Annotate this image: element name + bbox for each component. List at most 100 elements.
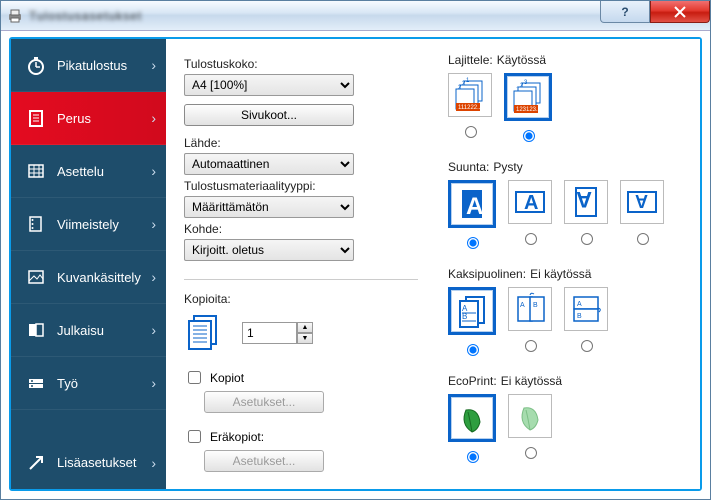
collate-option-on[interactable]: 123123123... xyxy=(504,73,552,142)
orient-landscape-rotated[interactable]: A xyxy=(620,180,664,249)
sidebar-item-finishing[interactable]: Viimeistely › xyxy=(11,198,166,251)
svg-text:A: A xyxy=(520,302,525,309)
orientation-group: Suunta: Pysty A A A xyxy=(448,160,682,249)
sidebar-item-label: Perus xyxy=(57,111,151,126)
chevron-right-icon: › xyxy=(151,322,156,338)
copies-input[interactable] xyxy=(242,322,297,344)
media-type-select[interactable]: Määrittämätön xyxy=(184,196,354,218)
duplex-long-radio[interactable] xyxy=(525,340,537,352)
sidebar-item-label: Lisäasetukset xyxy=(57,455,151,470)
sidebar-item-quick[interactable]: Pikatulostus › xyxy=(11,39,166,92)
duplex-short-radio[interactable] xyxy=(581,340,593,352)
image-icon xyxy=(25,267,47,287)
copies-spinner[interactable]: ▲ ▼ xyxy=(242,322,313,344)
source-select[interactable]: Automaattinen xyxy=(184,153,354,175)
book-icon xyxy=(25,320,47,340)
eco-on[interactable] xyxy=(508,394,552,463)
orient-landscape[interactable]: A xyxy=(508,180,552,249)
duplex-off-radio[interactable] xyxy=(467,344,479,356)
printer-icon xyxy=(7,8,23,24)
sidebar-item-label: Työ xyxy=(57,376,151,391)
duplex-off[interactable]: AB xyxy=(448,287,496,356)
copies-settings-button[interactable]: Asetukset... xyxy=(204,391,324,413)
orient-landscape-rot-radio[interactable] xyxy=(637,233,649,245)
svg-text:A: A xyxy=(577,301,582,308)
copies-label: Kopioita: xyxy=(184,292,418,306)
sidebar: Pikatulostus › Perus › Asettelu › Viimei… xyxy=(11,39,166,489)
leaf-light-icon xyxy=(508,394,552,438)
arrow-out-icon xyxy=(25,453,47,473)
duplex-short-edge[interactable]: AB xyxy=(564,287,608,356)
collate-off-radio[interactable] xyxy=(465,126,477,138)
copies-icon xyxy=(184,312,226,354)
booklet-icon xyxy=(25,214,47,234)
media-type-label: Tulostusmateriaalityyppi: xyxy=(184,179,418,193)
chevron-right-icon: › xyxy=(151,375,156,391)
duplex-short-icon: AB xyxy=(564,287,608,331)
page-sizes-button[interactable]: Sivukoot... xyxy=(184,104,354,126)
collate-group: Lajittele: Käytössä 221111222... 1231231… xyxy=(448,53,682,142)
close-button[interactable] xyxy=(650,1,710,23)
duplex-long-edge[interactable]: AB xyxy=(508,287,552,356)
svg-text:111222...: 111222... xyxy=(458,105,482,111)
duplex-value: Ei käytössä xyxy=(530,267,591,281)
leaf-dark-icon xyxy=(448,394,496,442)
titlebar: Tulostusasetukset ? xyxy=(1,1,710,31)
spin-down-button[interactable]: ▼ xyxy=(297,333,313,344)
orient-portrait-radio[interactable] xyxy=(467,237,479,249)
orientation-label: Suunta: xyxy=(448,160,489,174)
duplex-off-icon: AB xyxy=(448,287,496,335)
svg-text:A: A xyxy=(576,187,592,212)
ecoprint-value: Ei käytössä xyxy=(501,374,562,388)
chevron-right-icon: › xyxy=(151,163,156,179)
orient-portrait-rot-radio[interactable] xyxy=(581,233,593,245)
storage-icon xyxy=(25,373,47,393)
batch-copies-checkbox[interactable] xyxy=(188,430,201,443)
batch-settings-button[interactable]: Asetukset... xyxy=(204,450,324,472)
portrait-rotated-icon: A xyxy=(564,180,608,224)
eco-off-radio[interactable] xyxy=(467,451,479,463)
print-size-label: Tulostuskoko: xyxy=(184,57,418,71)
sidebar-item-layout[interactable]: Asettelu › xyxy=(11,145,166,198)
copies-checkbox[interactable] xyxy=(188,371,201,384)
landscape-icon: A xyxy=(508,180,552,224)
collate-off-icon: 221111222... xyxy=(448,73,492,117)
orient-portrait[interactable]: A xyxy=(448,180,496,249)
eco-on-radio[interactable] xyxy=(525,447,537,459)
sidebar-item-imaging[interactable]: Kuvankäsittely › xyxy=(11,251,166,304)
svg-text:123123...: 123123... xyxy=(516,107,541,113)
chevron-right-icon: › xyxy=(151,269,156,285)
sidebar-item-basic[interactable]: Perus › xyxy=(11,92,166,145)
sidebar-item-publish[interactable]: Julkaisu › xyxy=(11,304,166,357)
help-button[interactable]: ? xyxy=(600,1,650,23)
print-size-select[interactable]: A4 [100%] xyxy=(184,74,354,96)
portrait-icon: A xyxy=(448,180,496,228)
left-column: Tulostuskoko: A4 [100%] Sivukoot... Lähd… xyxy=(184,53,418,489)
sidebar-item-job[interactable]: Työ › xyxy=(11,357,166,410)
duplex-label: Kaksipuolinen: xyxy=(448,267,526,281)
landscape-rotated-icon: A xyxy=(620,180,664,224)
eco-off[interactable] xyxy=(448,394,496,463)
sidebar-item-advanced[interactable]: Lisäasetukset › xyxy=(11,436,166,489)
svg-text:A: A xyxy=(466,193,483,220)
document-icon xyxy=(25,108,47,128)
right-column: Lajittele: Käytössä 221111222... 1231231… xyxy=(448,53,682,489)
svg-text:B: B xyxy=(577,313,582,320)
collate-on-radio[interactable] xyxy=(523,130,535,142)
sidebar-item-label: Julkaisu xyxy=(57,323,151,338)
destination-select[interactable]: Kirjoitt. oletus xyxy=(184,239,354,261)
collate-on-icon: 123123123... xyxy=(504,73,552,121)
separator xyxy=(184,279,418,280)
sidebar-spacer xyxy=(11,410,166,436)
sidebar-item-label: Viimeistely xyxy=(57,217,151,232)
chevron-right-icon: › xyxy=(151,57,156,73)
svg-text:A: A xyxy=(524,192,538,214)
ecoprint-label: EcoPrint: xyxy=(448,374,497,388)
collate-option-off[interactable]: 221111222... xyxy=(448,73,492,142)
layout-icon xyxy=(25,161,47,181)
orient-landscape-radio[interactable] xyxy=(525,233,537,245)
spin-up-button[interactable]: ▲ xyxy=(297,322,313,333)
orient-portrait-rotated[interactable]: A xyxy=(564,180,608,249)
chevron-right-icon: › xyxy=(151,216,156,232)
source-label: Lähde: xyxy=(184,136,418,150)
